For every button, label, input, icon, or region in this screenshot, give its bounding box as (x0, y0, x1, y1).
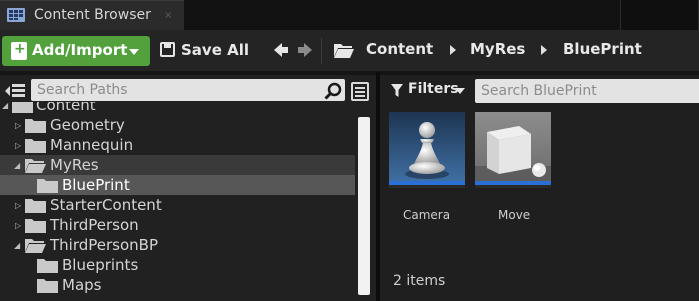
chevron-right-icon[interactable]: ▷ (15, 121, 21, 130)
breadcrumb-blueprint[interactable]: BluePrint (563, 40, 642, 58)
tree-item-label: Blueprints (62, 256, 139, 274)
tree-item-mannequin[interactable]: ▷ Mannequin (0, 135, 355, 155)
tree-scrollbar[interactable] (358, 117, 370, 295)
breadcrumb-chevron-icon[interactable] (541, 45, 547, 55)
tree-item-label: ThirdPerson (50, 216, 139, 234)
tree-item-label: Maps (62, 276, 102, 294)
add-file-icon (11, 41, 27, 60)
chevron-down-icon[interactable]: ◢ (14, 241, 20, 250)
folder-icon (37, 279, 58, 293)
filters-button[interactable]: Filters (391, 81, 469, 101)
folder-open-icon (334, 44, 354, 58)
tab-bar: Content Browser × (0, 0, 699, 42)
add-import-label: Add/Import (32, 41, 128, 59)
folder-icon (25, 219, 46, 233)
breadcrumb-chevron-icon[interactable] (450, 45, 456, 55)
chevron-down-icon (455, 88, 465, 94)
search-paths-input[interactable] (31, 79, 345, 101)
sources-panel-toggle-icon[interactable] (4, 82, 26, 100)
folder-icon (25, 139, 46, 153)
asset-tile-move[interactable] (475, 112, 551, 188)
folder-open-icon (25, 239, 46, 253)
content-browser-tab[interactable]: Content Browser × (0, 0, 184, 30)
breadcrumb-myres[interactable]: MyRes (470, 40, 525, 58)
tree-item-blueprints[interactable]: Blueprints (0, 255, 355, 275)
tab-title: Content Browser (34, 7, 151, 23)
search-icon[interactable] (324, 82, 342, 100)
back-arrow-icon[interactable] (272, 39, 290, 61)
toolbar: Add/Import Save All Content MyRes BluePr… (0, 30, 699, 71)
tree-item-blueprint[interactable]: BluePrint (0, 175, 355, 195)
save-all-button[interactable]: Save All (157, 36, 249, 66)
tree-item-label: Mannequin (50, 136, 134, 154)
tree-item-geometry[interactable]: ▷ Geometry (0, 115, 355, 135)
folder-icon (25, 199, 46, 213)
tree-item-myres[interactable]: ◢ MyRes (0, 155, 355, 175)
content-browser-icon (7, 8, 25, 22)
folder-icon (25, 119, 46, 133)
tree-item-startercontent[interactable]: ▷ StarterContent (0, 195, 355, 215)
chevron-down-icon[interactable]: ◢ (14, 161, 20, 170)
cube-thumbnail (475, 112, 551, 182)
tree-item-thirdpersonbp[interactable]: ◢ ThirdPersonBP (0, 235, 355, 255)
search-assets-input[interactable] (475, 79, 699, 103)
add-import-button[interactable]: Add/Import (2, 36, 150, 66)
filters-label: Filters (408, 81, 459, 97)
folder-tree: ◢ Content ▷ Geometry ▷ Mannequin ◢ MyRes… (0, 102, 355, 301)
folder-icon (37, 259, 58, 273)
chevron-right-icon[interactable]: ▷ (15, 141, 21, 150)
tree-item-label: StarterContent (50, 196, 162, 214)
toolbar-divider (321, 38, 322, 64)
chevron-down-icon[interactable]: ◢ (2, 102, 8, 110)
asset-type-bar (475, 181, 551, 185)
pawn-thumbnail (389, 112, 465, 182)
tree-item-label: Geometry (50, 116, 125, 134)
tree-item-label: MyRes (50, 156, 99, 174)
tree-item-label: BluePrint (62, 176, 130, 194)
breadcrumb-content[interactable]: Content (366, 40, 433, 58)
folder-icon (37, 179, 58, 193)
asset-name: Move (498, 208, 531, 222)
asset-tile-camera[interactable] (389, 112, 465, 188)
view-options-icon[interactable] (351, 82, 369, 101)
tree-item-content[interactable]: ◢ Content (0, 102, 355, 115)
save-disk-icon (160, 42, 175, 57)
chevron-right-icon[interactable]: ▷ (15, 201, 21, 210)
save-all-label: Save All (181, 41, 249, 59)
asset-type-bar (389, 181, 465, 185)
tab-close-icon[interactable]: × (164, 10, 172, 21)
chevron-down-icon (129, 49, 139, 55)
sources-panel: ◢ Content ▷ Geometry ▷ Mannequin ◢ (0, 75, 376, 301)
chevron-right-icon[interactable]: ▷ (15, 221, 21, 230)
filter-funnel-icon (391, 84, 403, 97)
tree-item-maps[interactable]: Maps (0, 275, 355, 295)
folder-icon (12, 102, 33, 113)
forward-arrow-icon[interactable] (296, 39, 314, 61)
tree-item-thirdperson[interactable]: ▷ ThirdPerson (0, 215, 355, 235)
tree-item-label: Content (36, 102, 96, 114)
item-count: 2 items (393, 273, 446, 289)
folder-open-icon (25, 159, 46, 173)
asset-view-panel: Filters Camera (380, 75, 699, 301)
tree-item-label: ThirdPersonBP (50, 236, 159, 254)
asset-name: Camera (403, 208, 451, 222)
